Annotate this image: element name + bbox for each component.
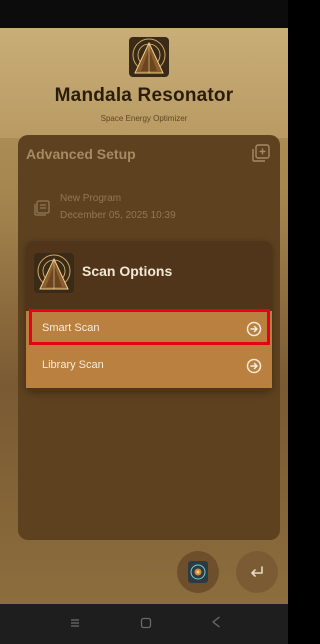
menu-lines-icon[interactable] [69, 616, 81, 628]
program-date: December 05, 2025 10:39 [60, 210, 176, 221]
smart-scan-label: Smart Scan [42, 322, 100, 334]
app-screen: Mandala Resonator Space Energy Optimizer… [0, 0, 288, 644]
document-list-icon [34, 200, 50, 216]
circle-arrow-right-icon [246, 358, 262, 374]
return-arrow-icon [247, 562, 267, 582]
library-scan-label: Library Scan [42, 359, 104, 371]
scan-options-logo-icon [34, 253, 74, 293]
add-square-icon[interactable] [252, 144, 270, 162]
mandala-scan-icon [188, 561, 208, 583]
library-scan-option[interactable]: Library Scan [26, 348, 272, 388]
smart-scan-option[interactable]: Smart Scan [26, 311, 272, 348]
program-name[interactable]: New Program [60, 193, 121, 204]
square-home-icon[interactable] [140, 616, 152, 629]
app-logo-icon [129, 37, 169, 77]
app-title: Mandala Resonator [54, 85, 234, 106]
status-bar [0, 0, 288, 28]
circle-arrow-right-icon [246, 321, 262, 337]
advanced-setup-title: Advanced Setup [26, 146, 136, 162]
triangle-back-icon[interactable] [210, 615, 222, 629]
scan-options-title: Scan Options [82, 263, 173, 279]
app-subtitle: Space Energy Optimizer [100, 114, 188, 123]
